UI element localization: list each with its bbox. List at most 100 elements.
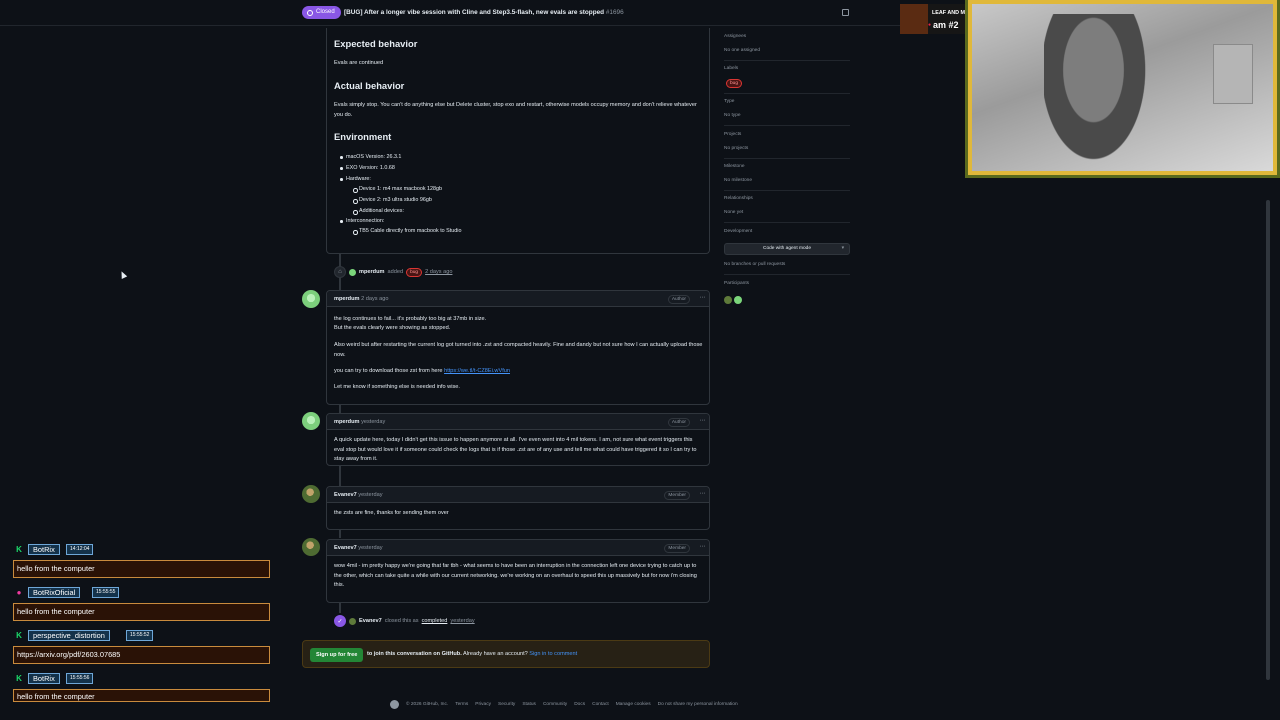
closed-check-icon: ✓ (334, 615, 346, 627)
join-conversation-banner: Sign up for free to join this conversati… (302, 640, 710, 668)
author-name[interactable]: mperdum (334, 296, 360, 302)
chat-username: BotRix (28, 673, 60, 684)
sidebar-relationships-value: None yet (724, 210, 744, 215)
sidebar-milestone-value: No milestone (724, 178, 752, 183)
event-verb: closed this as (384, 618, 419, 624)
stream-subtitle: am #2 (928, 20, 959, 30)
comment-paragraph: the zsts are fine, thanks for sending th… (334, 510, 449, 516)
comment-time[interactable]: yesterday (358, 492, 382, 498)
avatar[interactable] (302, 290, 320, 308)
page-scrollbar[interactable] (1266, 200, 1270, 680)
webcam-person (1044, 14, 1154, 174)
more-options-icon[interactable]: ··· (700, 417, 706, 424)
chat-message: hello from the computer (13, 689, 270, 702)
more-options-icon[interactable]: ··· (700, 490, 706, 497)
comment-time[interactable]: yesterday (358, 545, 382, 551)
avatar[interactable] (349, 268, 356, 276)
footer-link-terms[interactable]: Terms (455, 702, 468, 707)
avatar[interactable] (734, 296, 742, 304)
chevron-down-icon[interactable]: ▾ (842, 244, 844, 254)
footer-link-personal-info[interactable]: Do not share my personal information (658, 702, 738, 707)
comment-paragraph: you can try to download those zst from h… (334, 367, 704, 377)
footer-link-cookies[interactable]: Manage cookies (616, 702, 651, 707)
sidebar-bug-label[interactable]: bug (726, 79, 743, 88)
comment-header: Evanev7 yesterday Member ··· (327, 487, 709, 503)
timeline-line (339, 405, 341, 413)
sidebar-type-heading[interactable]: Type (724, 99, 734, 104)
comment-author[interactable]: Evanev7 yesterday (334, 492, 383, 498)
expected-text: Evals are continued (334, 60, 384, 66)
timeline-line (339, 466, 341, 486)
issue-title: [BUG] After a longer vibe session with C… (344, 9, 624, 16)
footer-link-community[interactable]: Community (543, 702, 567, 707)
sidebar-development-heading[interactable]: Development (724, 229, 752, 234)
comment-time[interactable]: 2 days ago (361, 296, 388, 302)
webcam-feed (972, 4, 1273, 174)
comment-author[interactable]: Evanev7 yesterday (334, 545, 383, 551)
comment-paragraph: But the evals clearly were showing as st… (334, 325, 451, 331)
wetransfer-link[interactable]: https://we.tl/t-CZ8Ei.wVfun (444, 368, 510, 374)
avatar[interactable] (349, 617, 356, 625)
sidebar-projects-value: No projects (724, 146, 749, 151)
chat-timestamp: 15:55:56 (66, 673, 94, 684)
avatar[interactable] (724, 296, 732, 304)
chat-message: hello from the computer (13, 560, 270, 578)
sidebar-type-value: No type (724, 113, 741, 118)
github-logo-icon[interactable] (390, 700, 399, 709)
copy-icon[interactable] (842, 9, 849, 16)
already-account-text: Already have an account? (463, 651, 528, 657)
issue-title-text: [BUG] After a longer vibe session with C… (344, 9, 605, 16)
more-options-icon[interactable]: ··· (700, 543, 706, 550)
event-actor[interactable]: Evanev7 (359, 618, 382, 624)
comment-author[interactable]: mperdum 2 days ago (334, 296, 388, 302)
chat-username: perspective_distortion (28, 630, 110, 641)
chat-username: BotRix (28, 544, 60, 555)
env-item-additional: Additional devices: (353, 208, 404, 215)
env-item-hardware: Hardware: (340, 176, 371, 182)
author-badge: Author (667, 418, 690, 427)
mouse-cursor-icon (118, 270, 128, 279)
issue-number: #1696 (605, 9, 624, 16)
sidebar-projects-heading[interactable]: Projects (724, 132, 741, 137)
sidebar-divider (724, 93, 850, 94)
bug-label[interactable]: bug (406, 267, 423, 277)
code-with-agent-button[interactable]: Code with agent mode ▾ (724, 243, 850, 255)
sidebar-divider (724, 222, 850, 223)
member-badge: Member (664, 544, 690, 553)
sidebar-milestone-heading[interactable]: Milestone (724, 164, 745, 169)
closed-check-icon (307, 9, 313, 16)
tag-icon: ⌂ (334, 266, 346, 278)
event-time[interactable]: 2 days ago (425, 269, 452, 275)
sidebar-assignees-heading[interactable]: Assignees (724, 34, 746, 39)
author-name[interactable]: Evanev7 (334, 545, 357, 551)
comment-time[interactable]: yesterday (361, 419, 385, 425)
footer-link-docs[interactable]: Docs (574, 702, 585, 707)
label-added-event: ⌂ mperdum added bug 2 days ago (334, 266, 452, 278)
chat-platform-icon: K (16, 631, 22, 640)
env-item-tb5: TB5 Cable directly from macbook to Studi… (352, 228, 462, 235)
comment-card: Evanev7 yesterday Member ··· wow 4mil - … (326, 539, 710, 603)
env-item-interconnection: Interconnection: (339, 218, 385, 224)
footer-link-contact[interactable]: Contact (592, 702, 609, 707)
event-actor[interactable]: mperdum (359, 269, 385, 275)
more-options-icon[interactable]: ··· (700, 294, 706, 301)
author-name[interactable]: Evanev7 (334, 492, 357, 498)
sidebar-relationships-heading[interactable]: Relationships (724, 196, 753, 201)
comment-text: you can try to download those zst from h… (334, 368, 443, 374)
sidebar-labels-heading[interactable]: Labels (724, 66, 738, 71)
comment-author[interactable]: mperdum yesterday (334, 419, 385, 425)
avatar[interactable] (302, 485, 320, 503)
avatar[interactable] (302, 538, 320, 556)
webcam-background-object (1213, 44, 1253, 104)
actual-text: Evals simply stop. You can't do anything… (334, 102, 697, 118)
footer-link-status[interactable]: Status (522, 702, 536, 707)
avatar[interactable] (302, 412, 320, 430)
event-time[interactable]: yesterday (450, 618, 474, 624)
sign-up-button[interactable]: Sign up for free (310, 648, 364, 662)
author-name[interactable]: mperdum (334, 419, 360, 425)
footer-link-privacy[interactable]: Privacy (475, 702, 491, 707)
completed-link[interactable]: completed (422, 618, 448, 624)
sign-in-link[interactable]: Sign in to comment (529, 651, 577, 657)
env-item-macos: macOS Version: 26.3.1 (339, 154, 402, 160)
footer-link-security[interactable]: Security (498, 702, 515, 707)
